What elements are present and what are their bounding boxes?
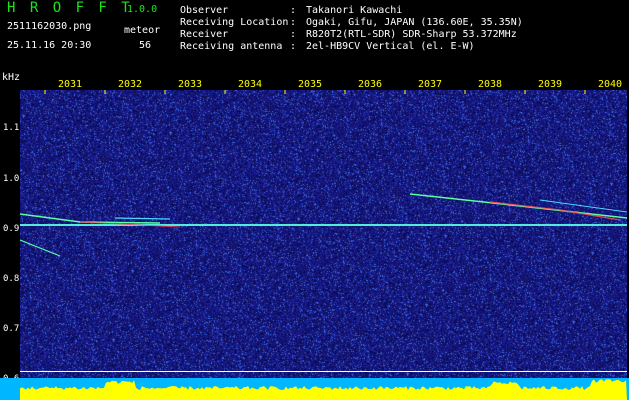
x-tick-label: 2035: [298, 79, 323, 90]
x-tick-label: 2034: [238, 79, 263, 90]
info-separator: :: [290, 29, 297, 40]
info-value-receiver: R820T2(RTL-SDR) SDR-Sharp 53.372MHz: [306, 29, 517, 40]
x-tick-label: 2037: [418, 79, 443, 90]
spectrogram-plot: [20, 90, 627, 378]
detection-type-label: meteor: [124, 25, 161, 36]
y-tick-label: 1.1: [3, 123, 20, 133]
info-separator: :: [290, 5, 297, 16]
frequency-unit-label: kHz: [2, 72, 21, 83]
x-tick-marks: [44, 90, 586, 94]
app-version: 1.0.0: [127, 4, 158, 15]
x-tick-label: 2036: [358, 79, 383, 90]
meteor-echo: [489, 201, 621, 221]
y-tick-label: 0.9: [3, 224, 20, 234]
info-label-antenna: Receiving antenna: [180, 41, 283, 52]
info-value-antenna: 2el-HB9CV Vertical (el. E-W): [306, 41, 475, 52]
x-tick-label: 2040: [598, 79, 623, 90]
amplitude-fill: [20, 379, 627, 400]
amplitude-graph: [20, 379, 627, 400]
info-value-observer: Takanori Kawachi: [306, 5, 403, 16]
x-tick-label: 2039: [538, 79, 563, 90]
x-tick-label: 2032: [118, 79, 143, 90]
app-logo: H R O F F T: [7, 0, 133, 16]
info-label-location: Receiving Location: [180, 17, 289, 28]
x-tick-label: 2033: [178, 79, 203, 90]
y-tick-label: 0.7: [3, 324, 20, 334]
timestamp: 25.11.16 20:30: [7, 40, 92, 51]
image-filename: 2511162030.png: [7, 21, 92, 32]
info-value-location: Ogaki, Gifu, JAPAN (136.60E, 35.35N): [306, 17, 523, 28]
meteor-count: 56: [139, 40, 152, 51]
info-separator: :: [290, 41, 297, 52]
y-tick-label: 1.0: [3, 174, 20, 184]
y-tick-label: 0.8: [3, 274, 20, 284]
info-label-observer: Observer: [180, 5, 229, 16]
spectrogram-traces: [20, 90, 627, 257]
info-separator: :: [290, 17, 297, 28]
meteor-echo: [409, 193, 627, 219]
threshold-line: [20, 371, 627, 372]
x-tick-label: 2031: [58, 79, 83, 90]
meteor-echo: [20, 239, 61, 257]
info-label-receiver: Receiver: [180, 29, 229, 40]
meteor-echo: [114, 217, 171, 220]
x-tick-label: 2038: [478, 79, 503, 90]
